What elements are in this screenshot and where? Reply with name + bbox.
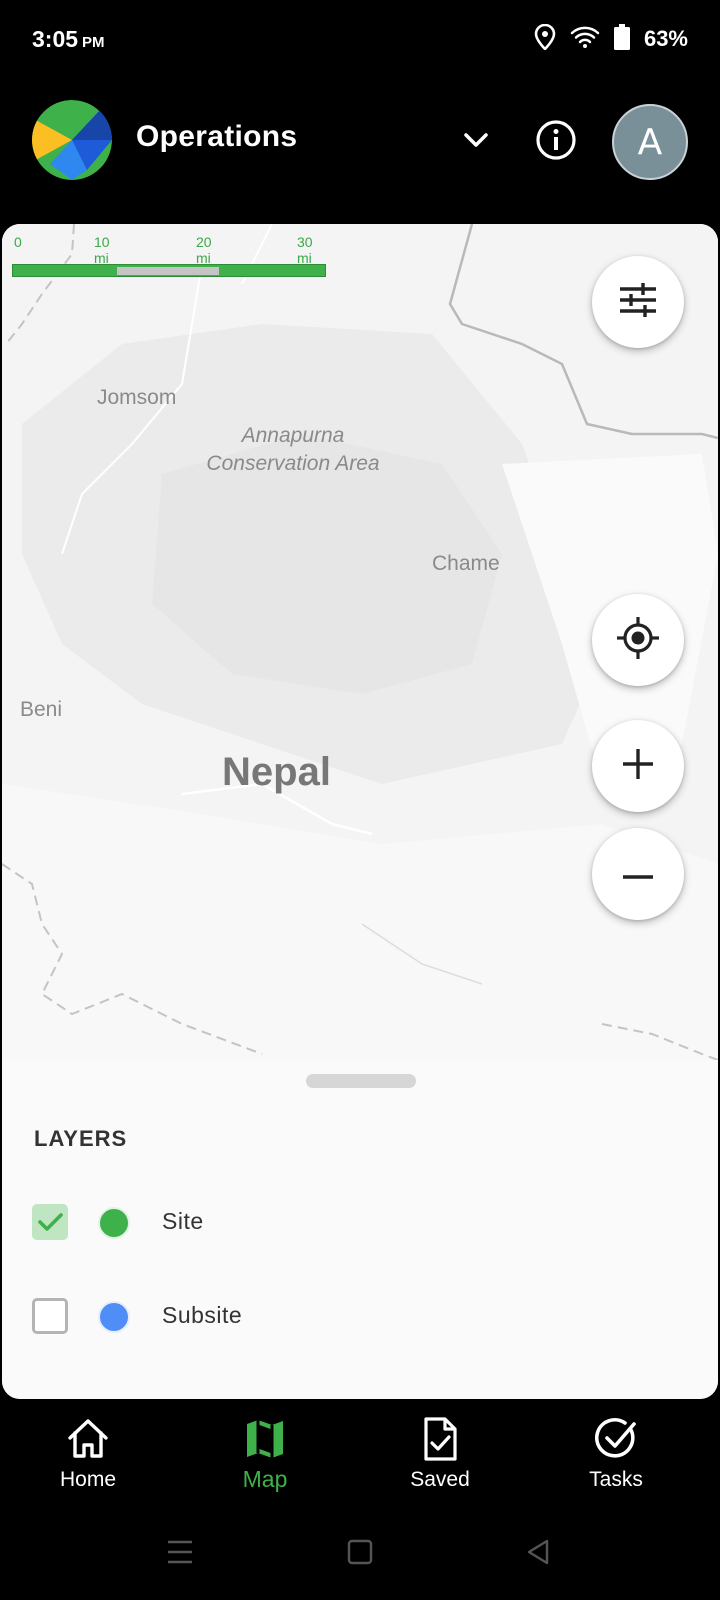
layer-checkbox-site[interactable] <box>32 1204 68 1240</box>
my-location-button[interactable] <box>592 594 684 686</box>
bottom-nav: Home Map Saved Tasks <box>0 1400 720 1500</box>
back-triangle-icon <box>527 1539 549 1565</box>
battery-percent: 63% <box>643 26 688 51</box>
scale-label-20: 20 mi <box>196 234 212 266</box>
status-time-value: 3:05 <box>32 26 79 52</box>
layer-checkbox-subsite[interactable] <box>32 1298 68 1334</box>
filter-icon <box>619 283 657 321</box>
zoom-out-icon <box>623 865 653 884</box>
map-label-annapurna-line2: Conservation Area <box>206 452 380 475</box>
map-label-beni: Beni <box>20 698 63 721</box>
map-label-jomsom: Jomsom <box>97 386 177 409</box>
nav-item-map[interactable]: Map <box>195 1416 335 1496</box>
chevron-down-icon[interactable] <box>456 120 496 160</box>
status-icons: 63% <box>534 23 688 54</box>
nav-item-tasks[interactable]: Tasks <box>546 1416 686 1496</box>
saved-icon <box>424 1417 457 1461</box>
nav-label-map: Map <box>242 1466 288 1492</box>
nav-label-tasks: Tasks <box>589 1468 643 1491</box>
recents-button[interactable] <box>150 1522 210 1582</box>
avatar-initial: A <box>637 121 663 163</box>
home-icon <box>68 1419 108 1458</box>
zoom-in-button[interactable] <box>592 720 684 812</box>
app-header: Operations A <box>0 92 720 188</box>
app-title: Operations <box>136 120 298 153</box>
layer-label-subsite: Subsite <box>162 1302 243 1328</box>
nav-item-home[interactable]: Home <box>18 1416 158 1496</box>
location-icon <box>534 23 556 54</box>
tasks-icon <box>595 1418 636 1458</box>
nav-label-saved: Saved <box>410 1468 470 1491</box>
scale-label-30: 30 mi <box>297 234 313 266</box>
wifi-icon <box>570 25 600 53</box>
square-icon <box>347 1539 373 1565</box>
my-location-icon <box>616 616 660 664</box>
layer-label-site: Site <box>162 1208 204 1234</box>
status-time: 3:05 PM <box>32 26 105 53</box>
system-nav-bar <box>0 1500 720 1600</box>
map-label-annapurna-line1: Annapurna <box>241 424 345 447</box>
map-label-annapurna: Annapurna Conservation Area <box>198 422 388 478</box>
zoom-out-button[interactable] <box>592 828 684 920</box>
battery-icon <box>613 24 630 54</box>
scale-bar-segment <box>117 267 219 275</box>
nav-label-home: Home <box>59 1468 117 1491</box>
check-icon <box>38 1213 63 1231</box>
avatar[interactable]: A <box>612 104 688 180</box>
scale-label-10: 10 mi <box>94 234 110 266</box>
map-label-chame: Chame <box>432 552 500 575</box>
layer-row-site[interactable]: Site <box>32 1194 672 1254</box>
layer-color-dot-subsite <box>98 1301 130 1333</box>
map-label-nepal: Nepal <box>222 750 331 794</box>
layer-row-subsite[interactable]: Subsite <box>32 1288 672 1348</box>
status-bar: 3:05 PM 63% <box>0 0 720 80</box>
sheet-drag-handle[interactable] <box>306 1074 416 1088</box>
filter-button[interactable] <box>592 256 684 348</box>
info-icon[interactable] <box>534 118 578 162</box>
zoom-in-icon <box>623 749 653 783</box>
nav-item-saved[interactable]: Saved <box>370 1416 510 1496</box>
back-button[interactable] <box>508 1522 568 1582</box>
scale-label-0: 0 <box>14 234 22 250</box>
main-card: 0 10 mi 20 mi 30 mi Jomsom Annapurna Con… <box>2 224 718 1399</box>
status-time-ampm: PM <box>82 34 105 51</box>
layers-sheet: LAYERS Site Subsite <box>2 1060 718 1399</box>
map-icon <box>247 1420 283 1458</box>
map-view[interactable]: 0 10 mi 20 mi 30 mi Jomsom Annapurna Con… <box>2 224 718 1060</box>
menu-icon <box>168 1540 192 1564</box>
app-logo <box>32 100 112 180</box>
layer-color-dot-site <box>98 1207 130 1239</box>
layers-title: LAYERS <box>34 1126 128 1151</box>
scale-bar <box>12 264 326 277</box>
home-system-button[interactable] <box>330 1522 390 1582</box>
